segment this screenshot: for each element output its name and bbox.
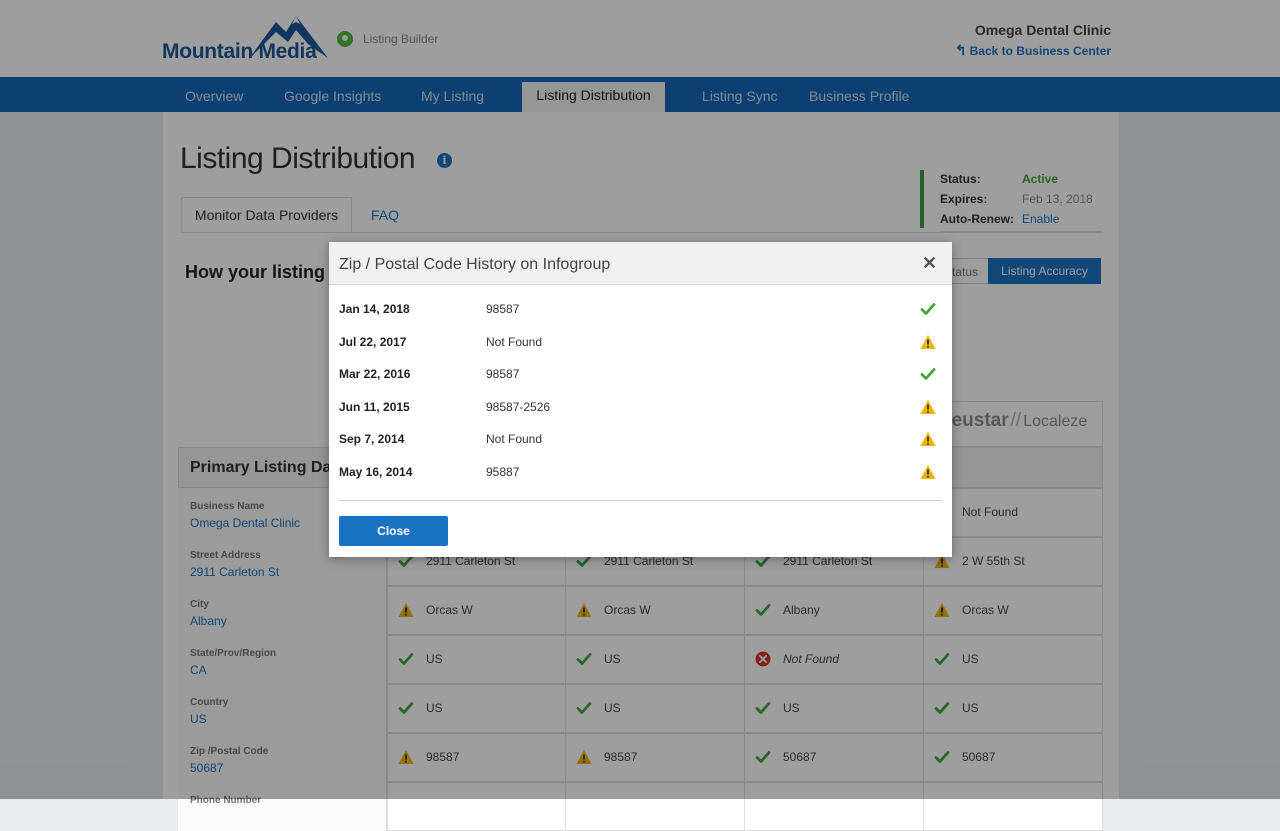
close-button[interactable]: Close [339,516,448,546]
history-date: Jan 14, 2018 [339,302,410,316]
history-value: 98587 [486,302,520,316]
warning-icon [920,399,936,420]
history-date: Sep 7, 2014 [339,432,405,447]
zip-history-modal [329,242,952,557]
history-value: Not Found [486,432,543,447]
history-date: Jun 11, 2015 [339,399,410,414]
history-date: Jul 22, 2017 [339,334,407,349]
warning-icon [920,431,936,452]
history-date: May 16, 2014 [339,465,413,479]
warning-icon [920,334,936,355]
modal-title: Zip / Postal Code History on Infogroup [339,256,611,273]
history-value: 98587 [486,367,520,382]
history-value: 98587-2526 [486,399,551,414]
close-icon[interactable]: ✕ [922,253,937,274]
modal-divider [339,500,942,501]
history-value: 95887 [486,465,520,479]
warning-icon [920,464,936,485]
history-date: Mar 22, 2016 [339,367,411,382]
check-icon [920,301,936,322]
history-value: Not Found [486,334,543,349]
check-icon [920,366,936,387]
